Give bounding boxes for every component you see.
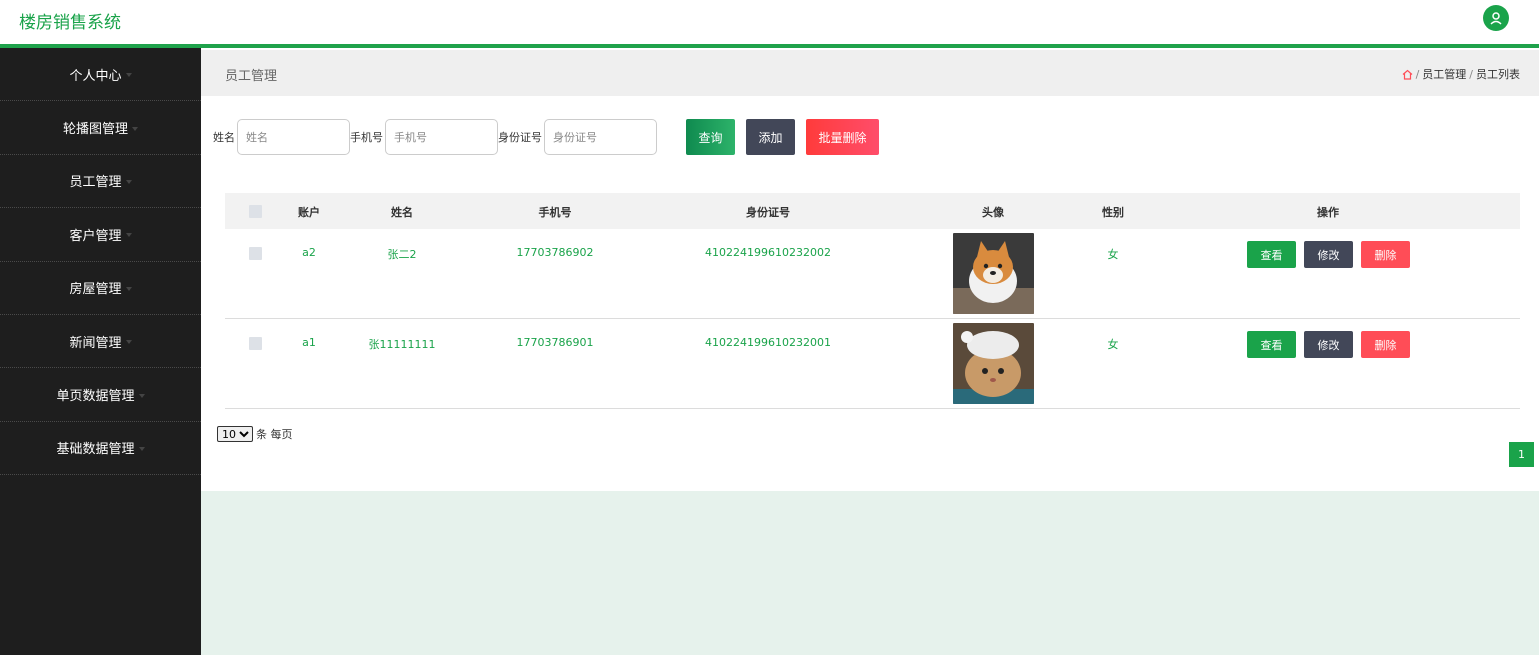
- page-size-select[interactable]: 10: [217, 426, 253, 442]
- employee-table: 账户 姓名 手机号 身份证号 头像 性别 操作 a2 张二2 177037869…: [225, 193, 1520, 409]
- sidebar-item-news[interactable]: 新闻管理: [0, 315, 201, 369]
- sidebar-item-label: 个人中心: [69, 68, 122, 84]
- main-panel: 员工管理 / 员工管理 / 员工列表 姓名 手机号 身份证号 查询 添加 批量删…: [201, 48, 1539, 491]
- edit-button[interactable]: 修改: [1304, 331, 1353, 358]
- cat-photo: [953, 323, 1034, 404]
- chevron-down-icon: [125, 179, 132, 184]
- sidebar-item-label: 员工管理: [69, 175, 122, 191]
- breadcrumb: / 员工管理 / 员工列表: [1402, 66, 1520, 82]
- breadcrumb-item-employee-management[interactable]: 员工管理: [1422, 66, 1466, 82]
- row-actions: 查看 修改 删除: [1247, 331, 1410, 358]
- batch-delete-button[interactable]: 批量删除: [806, 119, 879, 155]
- add-button[interactable]: 添加: [746, 119, 795, 155]
- header-phone: 手机号: [538, 206, 572, 219]
- name-input[interactable]: [237, 119, 350, 155]
- sidebar-item-carousel[interactable]: 轮播图管理: [0, 101, 201, 155]
- row-checkbox[interactable]: [249, 337, 262, 350]
- avatar-image: [953, 323, 1034, 404]
- sidebar-item-single-page[interactable]: 单页数据管理: [0, 368, 201, 422]
- page-number-button[interactable]: 1: [1509, 442, 1534, 467]
- chevron-down-icon: [138, 446, 145, 451]
- cell-gender: 女: [1107, 338, 1119, 351]
- cell-phone: 17703786901: [516, 336, 594, 349]
- query-button[interactable]: 查询: [686, 119, 735, 155]
- sidebar: 个人中心 轮播图管理 员工管理 客户管理 房屋管理 新闻管理 单页数据管理 基础…: [0, 48, 201, 655]
- chevron-down-icon: [138, 393, 145, 398]
- table-row: a2 张二2 17703786902 410224199610232002 女 …: [225, 229, 1520, 319]
- delete-button[interactable]: 删除: [1361, 241, 1410, 268]
- top-header: 楼房销售系统: [0, 0, 1539, 44]
- app-title: 楼房销售系统: [19, 13, 121, 33]
- sidebar-item-label: 房屋管理: [69, 282, 122, 298]
- home-icon[interactable]: [1402, 69, 1413, 80]
- cell-id-number: 410224199610232001: [705, 336, 831, 349]
- header-actions: 操作: [1317, 206, 1339, 219]
- breadcrumb-item-employee-list: 员工列表: [1476, 68, 1520, 81]
- chevron-down-icon: [125, 340, 132, 345]
- sidebar-item-houses[interactable]: 房屋管理: [0, 262, 201, 315]
- view-button[interactable]: 查看: [1247, 331, 1296, 358]
- cell-account: a2: [302, 246, 316, 259]
- view-button[interactable]: 查看: [1247, 241, 1296, 268]
- cell-id-number: 410224199610232002: [705, 246, 831, 259]
- header-gender: 性别: [1102, 206, 1124, 219]
- avatar-image: [953, 233, 1034, 314]
- breadcrumb-separator: /: [1469, 67, 1473, 81]
- cell-name: 张11111111: [368, 338, 436, 351]
- page-size-suffix: 条 每页: [256, 428, 293, 441]
- phone-label: 手机号: [350, 131, 383, 144]
- chevron-down-icon: [125, 233, 132, 238]
- header-account: 账户: [298, 206, 320, 219]
- header-name: 姓名: [391, 206, 413, 219]
- page-title: 员工管理: [225, 69, 278, 84]
- chevron-down-icon: [132, 126, 138, 131]
- sidebar-item-basic-data[interactable]: 基础数据管理: [0, 422, 201, 476]
- sidebar-item-label: 客户管理: [69, 228, 122, 244]
- edit-button[interactable]: 修改: [1304, 241, 1353, 268]
- id-number-input[interactable]: [544, 119, 657, 155]
- chevron-down-icon: [125, 73, 132, 78]
- header-avatar: 头像: [982, 206, 1004, 219]
- sidebar-item-personal[interactable]: 个人中心: [0, 48, 201, 102]
- cell-gender: 女: [1107, 248, 1119, 261]
- cell-phone: 17703786902: [516, 246, 594, 259]
- cell-name: 张二2: [387, 248, 417, 261]
- sidebar-item-label: 基础数据管理: [56, 442, 135, 458]
- delete-button[interactable]: 删除: [1361, 331, 1410, 358]
- id-number-label: 身份证号: [498, 131, 542, 144]
- table-row: a1 张11111111 17703786901 410224199610232…: [225, 319, 1520, 409]
- phone-input[interactable]: [385, 119, 498, 155]
- breadcrumb-separator: /: [1415, 67, 1420, 81]
- breadcrumb-bar: 员工管理 / 员工管理 / 员工列表: [201, 50, 1539, 96]
- sidebar-item-label: 轮播图管理: [62, 122, 128, 138]
- user-icon[interactable]: [1483, 5, 1509, 31]
- chevron-down-icon: [125, 286, 132, 291]
- row-checkbox[interactable]: [249, 247, 262, 260]
- cell-account: a1: [302, 336, 316, 349]
- shiba-dog-photo: [953, 233, 1034, 314]
- user-icon-glyph: [1490, 12, 1502, 25]
- search-form: 姓名 手机号 身份证号 查询 添加 批量删除: [213, 119, 879, 155]
- row-actions: 查看 修改 删除: [1247, 241, 1410, 268]
- sidebar-item-employees[interactable]: 员工管理: [0, 155, 201, 209]
- select-all-checkbox[interactable]: [249, 205, 262, 218]
- page-size-control: 10 条 每页: [217, 426, 293, 442]
- name-label: 姓名: [213, 131, 235, 144]
- sidebar-item-label: 新闻管理: [69, 335, 122, 351]
- sidebar-item-customers[interactable]: 客户管理: [0, 208, 201, 262]
- sidebar-item-label: 单页数据管理: [56, 389, 135, 405]
- table-header: 账户 姓名 手机号 身份证号 头像 性别 操作: [225, 193, 1520, 229]
- header-id-number: 身份证号: [746, 206, 790, 219]
